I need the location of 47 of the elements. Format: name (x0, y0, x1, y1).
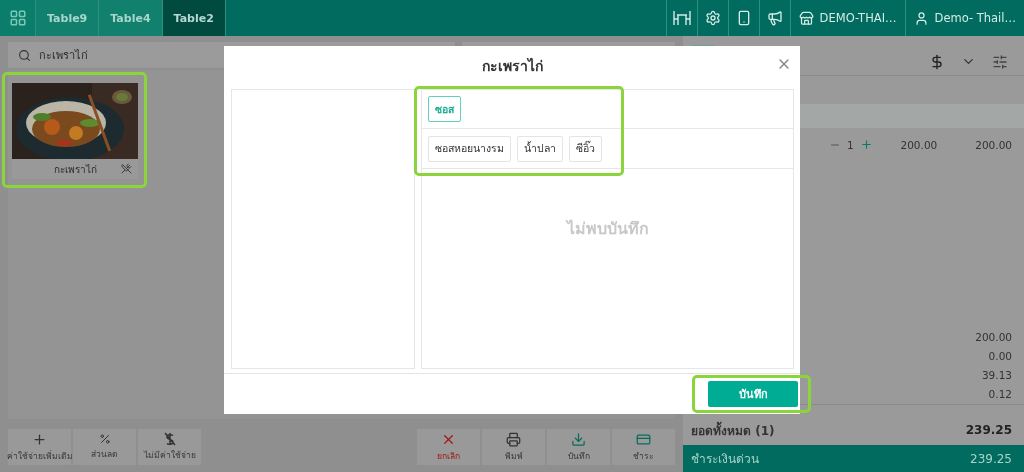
option-chip[interactable]: ซีอิ๊ว (569, 135, 602, 162)
action-button[interactable]: บันทึก (547, 429, 610, 465)
table-tab[interactable]: Table4 (99, 0, 163, 36)
table-tab[interactable]: Table9 (36, 0, 100, 36)
action-button[interactable]: ส่วนลด (73, 429, 136, 465)
save-button[interactable]: บันทึก (708, 381, 798, 407)
action-button[interactable]: ไม่มีค่าใช้จ่าย (138, 429, 201, 465)
download-icon (571, 431, 586, 447)
action-button[interactable]: พิมพ์ (482, 429, 545, 465)
quantity: 1 (847, 138, 854, 151)
table-icon[interactable] (671, 9, 692, 27)
total-value: 239.25 (965, 423, 1012, 437)
megaphone-icon (766, 10, 783, 26)
user-icon (913, 10, 929, 26)
quick-pay-button[interactable]: ชำระเงินด่วน 239.25 (683, 445, 1024, 472)
action-button[interactable]: ค่าใช้จ่ายเพิ่มเติม (8, 429, 71, 465)
printer-icon (506, 431, 521, 447)
quick-pay-amount: 239.25 (970, 451, 1012, 466)
item-price: 200.00 (900, 138, 938, 151)
product-card[interactable]: กะเพราไก่ (12, 83, 138, 179)
grid-icon (8, 9, 27, 27)
sliders-icon[interactable] (992, 53, 1008, 70)
store-icon (798, 10, 814, 26)
dollar-icon[interactable] (929, 53, 945, 70)
summary-value: 39.13 (981, 369, 1012, 381)
option-chip[interactable]: น้ำปลา (517, 135, 563, 162)
summary-value: 0.00 (988, 350, 1012, 362)
settings-icon (704, 10, 721, 26)
summary-value: 200.00 (975, 331, 1012, 343)
action-button[interactable]: ยกเลิก (417, 429, 480, 465)
product-name: กะเพราไก่ (53, 162, 97, 177)
table-tab[interactable]: Table2 (162, 0, 226, 36)
item-total: 200.00 (975, 138, 1012, 151)
apps-button[interactable] (0, 0, 36, 36)
total-label: ยอดทั้งหมด (1) (691, 420, 775, 440)
dialog-title: กะเพราไก่ (481, 57, 543, 76)
search-icon (18, 48, 31, 62)
utensils-icon (121, 163, 132, 174)
card-icon (636, 431, 651, 447)
action-button[interactable]: ชำระ (612, 429, 675, 465)
option-chip[interactable]: ซอสหอยนางรม (428, 135, 511, 162)
no-dollar-icon (162, 432, 177, 446)
plus-icon (32, 431, 47, 447)
category-chip[interactable]: ซอส (428, 96, 461, 122)
summary-value: 0.12 (988, 388, 1012, 400)
percent-icon (98, 433, 111, 445)
quick-pay-label: ชำระเงินด่วน (691, 451, 759, 468)
